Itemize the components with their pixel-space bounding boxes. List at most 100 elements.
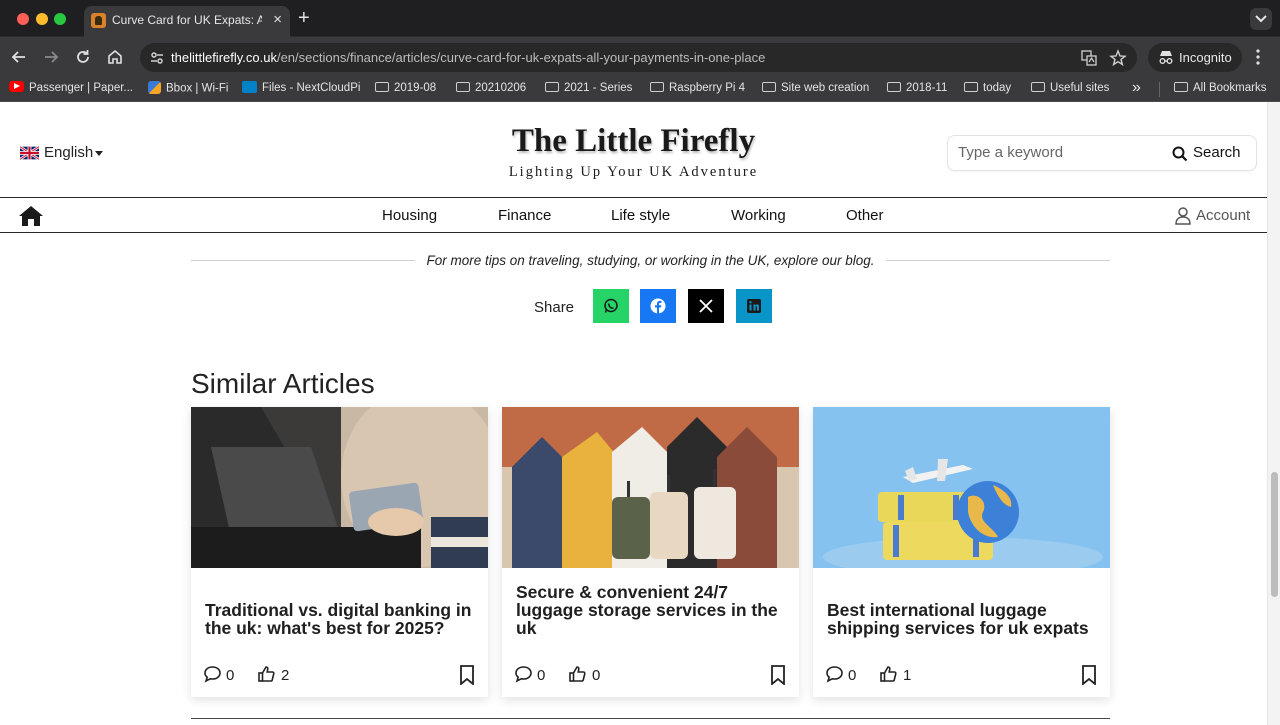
browser-toolbar: thelittlefirefly.co.uk/en/sections/finan… (0, 37, 1280, 77)
divider-right (886, 260, 1110, 261)
folder-icon (545, 81, 559, 92)
bookmark-icon[interactable] (1081, 665, 1097, 685)
folder-icon (887, 81, 901, 92)
article-card[interactable]: Secure & convenient 24/7 luggage storage… (502, 407, 799, 697)
bookmark-folder-useful-sites[interactable]: Useful sites (1031, 81, 1109, 98)
nav-working[interactable]: Working (731, 207, 786, 224)
folder-icon (1031, 81, 1045, 92)
search-bar: Search (947, 135, 1257, 171)
article-card-meta: 0 0 (514, 665, 790, 685)
article-card-title[interactable]: Best international luggage shipping serv… (827, 601, 1097, 637)
bookmark-folder-2018-11[interactable]: 2018-11 (887, 81, 947, 98)
bookmark-folder-site-web[interactable]: Site web creation (762, 81, 869, 98)
youtube-icon (9, 81, 24, 93)
article-card[interactable]: Traditional vs. digital banking in the u… (191, 407, 488, 697)
bookmarks-overflow-button[interactable]: » (1132, 79, 1141, 96)
bbox-icon (148, 81, 161, 94)
article-image-luggage-storage (502, 407, 799, 568)
translate-icon[interactable] (1080, 49, 1098, 67)
comment-count: 0 (226, 667, 235, 684)
bookmark-folder-today[interactable]: today (964, 81, 1011, 98)
folder-icon (375, 81, 389, 92)
chevron-down-icon (1255, 15, 1267, 23)
address-bar[interactable]: thelittlefirefly.co.uk/en/sections/finan… (140, 43, 1137, 72)
share-whatsapp-button[interactable] (593, 289, 629, 323)
folder-icon (964, 81, 978, 92)
article-card-title[interactable]: Secure & convenient 24/7 luggage storage… (516, 583, 786, 637)
linkedin-icon (747, 299, 761, 313)
tab-close-icon[interactable]: × (273, 11, 282, 29)
tips-text: For more tips on traveling, studying, or… (426, 253, 875, 268)
share-facebook-button[interactable] (640, 289, 676, 323)
comment-icon[interactable] (825, 665, 844, 683)
thumbs-up-icon[interactable] (568, 665, 587, 683)
like-count: 0 (592, 667, 601, 684)
comment-icon[interactable] (203, 665, 222, 683)
bookmark-nextcloud[interactable]: Files - NextCloudPi (242, 81, 360, 98)
bookmark-icon[interactable] (459, 665, 475, 685)
new-tab-icon[interactable]: + (298, 8, 310, 28)
bookmark-icon[interactable] (770, 665, 786, 685)
folder-icon (650, 81, 664, 92)
user-icon (1175, 207, 1191, 225)
nav-housing[interactable]: Housing (382, 207, 437, 224)
comment-icon[interactable] (514, 665, 533, 683)
facebook-icon (650, 298, 666, 314)
main-navigation: Housing Finance Life style Working Other… (0, 197, 1267, 233)
bookmark-folder-2019-08[interactable]: 2019-08 (375, 81, 436, 98)
nav-finance[interactable]: Finance (498, 207, 551, 224)
like-count: 2 (281, 667, 290, 684)
home-button[interactable] (105, 47, 125, 67)
forward-button[interactable] (41, 47, 61, 67)
incognito-indicator[interactable]: Incognito (1148, 43, 1242, 72)
reload-button[interactable] (73, 47, 93, 67)
bookmark-passenger[interactable]: Passenger | Paper... (9, 81, 133, 98)
incognito-icon (1159, 51, 1173, 64)
tab-search-button[interactable] (1250, 8, 1272, 30)
bookmark-folder-2021-series[interactable]: 2021 - Series (545, 81, 632, 98)
divider-left (191, 260, 415, 261)
maximize-window-button[interactable] (54, 13, 66, 25)
bookmark-folder-20210206[interactable]: 20210206 (456, 81, 526, 98)
bookmarks-divider (1159, 82, 1160, 97)
all-bookmarks-button[interactable]: All Bookmarks (1174, 81, 1267, 98)
close-window-button[interactable] (17, 13, 29, 25)
bookmark-folder-raspberry-pi[interactable]: Raspberry Pi 4 (650, 81, 745, 98)
more-options-icon[interactable] (1255, 48, 1261, 66)
thumbs-up-icon[interactable] (879, 665, 898, 683)
thumbs-up-icon[interactable] (257, 665, 276, 683)
web-page: English The Little Firefly Lighting Up Y… (0, 102, 1267, 725)
star-icon[interactable] (1109, 49, 1127, 67)
article-card-meta: 0 2 (203, 665, 479, 685)
share-linkedin-button[interactable] (736, 289, 772, 323)
page-scrollbar[interactable] (1267, 102, 1280, 725)
arrow-right-icon (45, 51, 59, 63)
tab-title: Curve Card for UK Expats: All (112, 13, 262, 27)
nextcloud-icon (242, 81, 257, 93)
share-x-button[interactable] (688, 289, 724, 323)
browser-tab-strip: Curve Card for UK Expats: All × + (0, 0, 1280, 37)
minimize-window-button[interactable] (36, 13, 48, 25)
search-input[interactable] (958, 144, 1158, 161)
back-button[interactable] (9, 47, 29, 67)
browser-tab-active[interactable]: Curve Card for UK Expats: All × (84, 6, 290, 37)
article-image-banking (191, 407, 488, 568)
article-card-title[interactable]: Traditional vs. digital banking in the u… (205, 601, 475, 637)
folder-icon (1174, 81, 1188, 92)
section-divider (191, 718, 1110, 719)
search-icon (1172, 146, 1188, 162)
folder-icon (762, 81, 776, 92)
comment-count: 0 (848, 667, 857, 684)
nav-other[interactable]: Other (846, 207, 884, 224)
article-card[interactable]: Best international luggage shipping serv… (813, 407, 1110, 697)
url-text: thelittlefirefly.co.uk/en/sections/finan… (171, 50, 766, 65)
bookmark-bbox[interactable]: Bbox | Wi-Fi (148, 81, 228, 98)
nav-life-style[interactable]: Life style (611, 207, 670, 224)
scrollbar-thumb[interactable] (1271, 472, 1278, 597)
share-label: Share (534, 299, 575, 316)
whatsapp-icon (604, 298, 618, 313)
home-outline-icon (108, 49, 122, 64)
folder-icon (456, 81, 470, 92)
site-favicon-icon (91, 13, 106, 28)
home-icon[interactable] (18, 204, 44, 228)
